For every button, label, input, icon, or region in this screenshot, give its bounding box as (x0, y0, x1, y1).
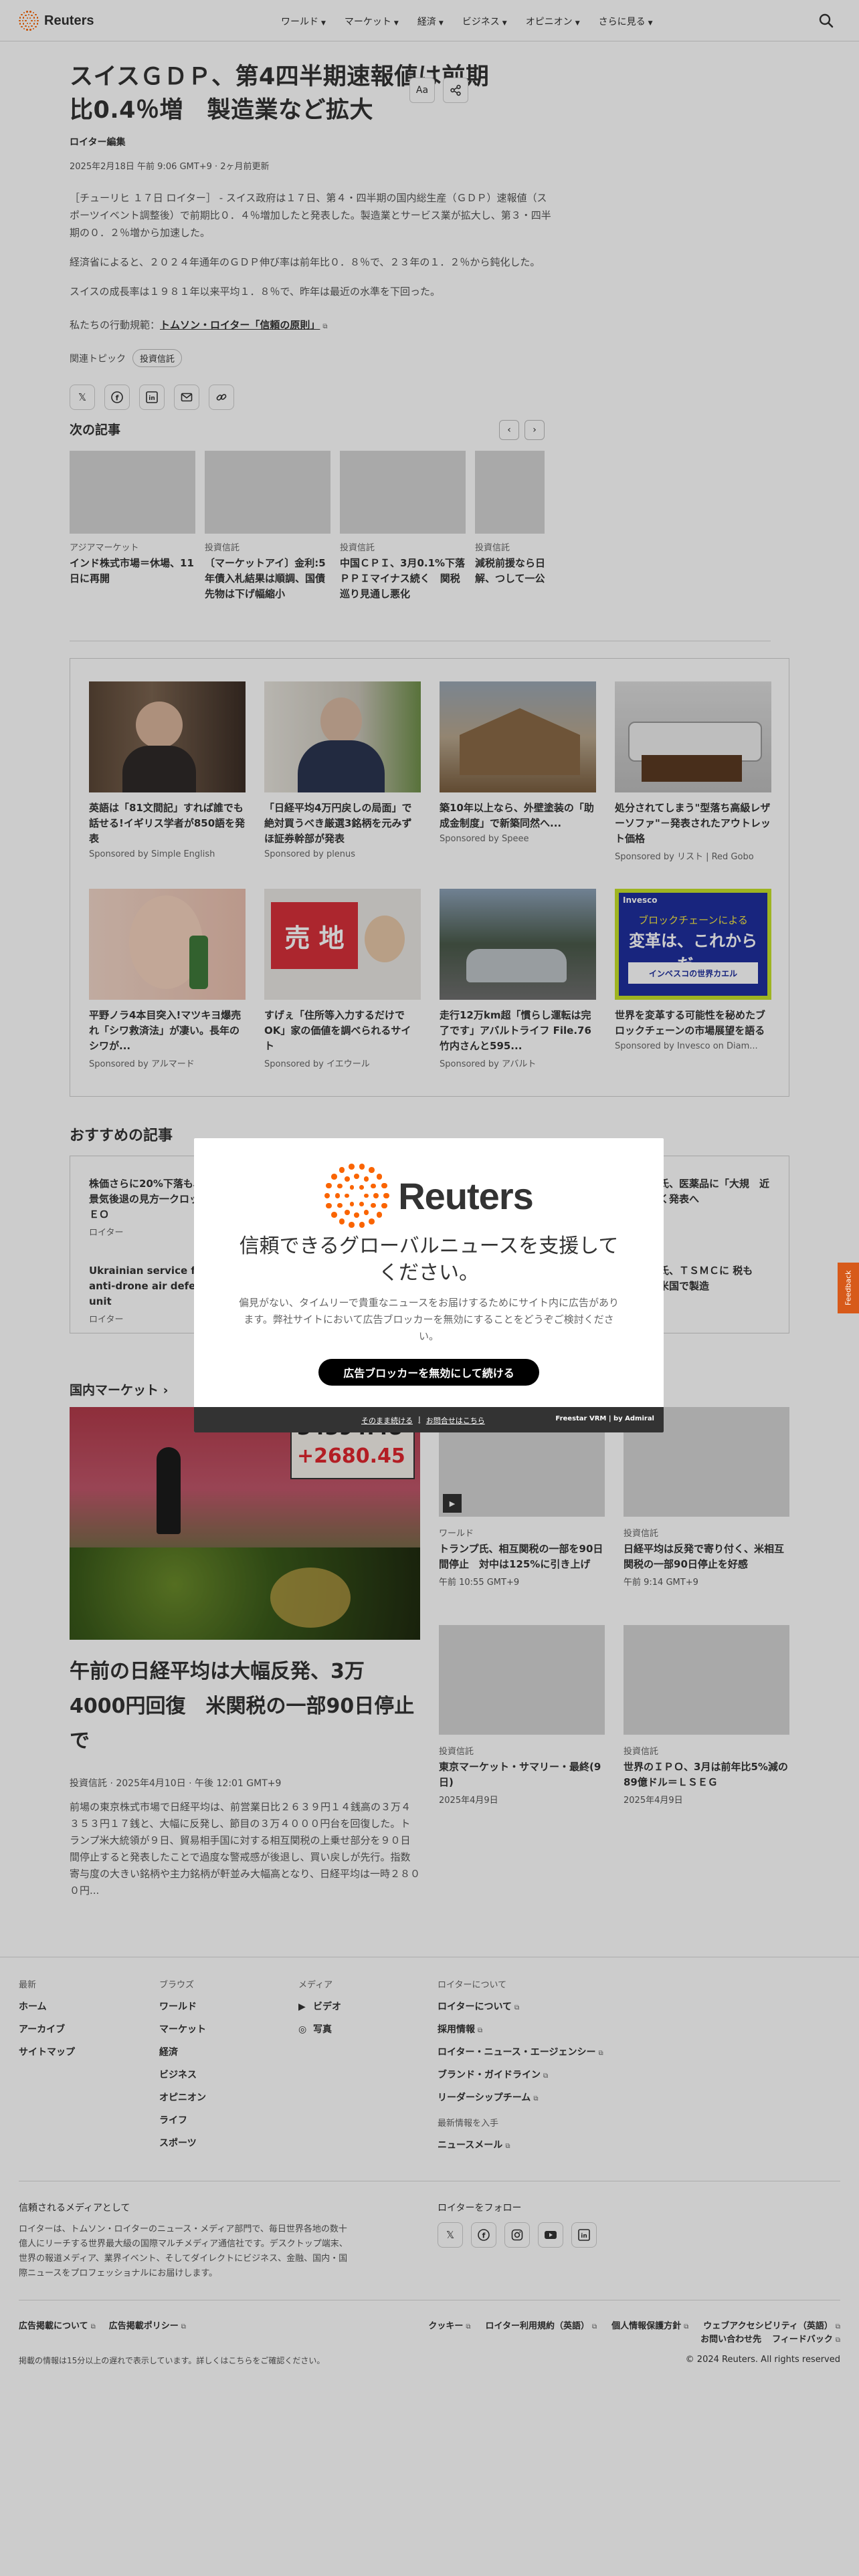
logo-dot (337, 1183, 343, 1189)
logo-dot (368, 1218, 375, 1224)
logo-dot (339, 1218, 345, 1224)
feedback-tab[interactable]: Feedback (838, 1263, 859, 1313)
modal-headline: 信頼できるグローバルニュースを支援してください。 (239, 1235, 619, 1285)
logo-dot (363, 1210, 369, 1215)
adblock-modal: Reuters 信頼できるグローバルニュースを支援してください。 偏見がない、タ… (194, 1138, 664, 1432)
logo-dot (349, 1185, 355, 1190)
modal-footer: そのまま続ける | お問合せはこちら Freestar VRM | by Adm… (194, 1407, 664, 1432)
reuters-logo-mark-icon (324, 1164, 389, 1228)
logo-dot (345, 1193, 350, 1198)
logo-dot (349, 1202, 355, 1206)
logo-dot (383, 1192, 389, 1199)
continue-anyway-link[interactable]: そのまま続ける (361, 1415, 413, 1426)
logo-dot (337, 1202, 343, 1208)
logo-dot (359, 1222, 365, 1228)
logo-dot (368, 1167, 375, 1174)
logo-dot (376, 1174, 383, 1180)
logo-dot (381, 1202, 388, 1209)
logo-dot (354, 1212, 360, 1218)
logo-dot (344, 1210, 350, 1215)
logo-dot (331, 1212, 337, 1218)
logo-dot (364, 1193, 369, 1198)
logo-dot (381, 1182, 388, 1189)
logo-dot (349, 1164, 355, 1170)
logo-dot (363, 1176, 369, 1182)
logo-dot (359, 1185, 364, 1190)
logo-dot (376, 1212, 383, 1218)
modal-logo: Reuters (194, 1164, 664, 1228)
logo-dot (331, 1174, 337, 1180)
logo-dot (359, 1164, 365, 1170)
logo-dot (354, 1174, 360, 1180)
logo-dot (324, 1192, 330, 1199)
logo-dot (371, 1202, 376, 1208)
logo-dot (359, 1202, 364, 1206)
contact-link[interactable]: お問合せはこちら (426, 1415, 485, 1426)
modal-text: 偏見がない、タイムリーで貴重なニュースをお届けするためにサイト内に広告があります… (238, 1297, 619, 1342)
disable-adblock-button[interactable]: 広告ブロッカーを無効にして続ける (318, 1359, 539, 1386)
logo-dot (335, 1193, 341, 1198)
freestar-admiral-brand: Freestar VRM | by Admiral (555, 1415, 654, 1422)
logo-dot (373, 1193, 379, 1198)
logo-dot (326, 1182, 332, 1189)
logo-dot (349, 1222, 355, 1228)
logo-dot (344, 1176, 350, 1182)
logo-dot (339, 1167, 345, 1174)
logo-dot (326, 1202, 332, 1209)
logo-dot (371, 1183, 376, 1189)
